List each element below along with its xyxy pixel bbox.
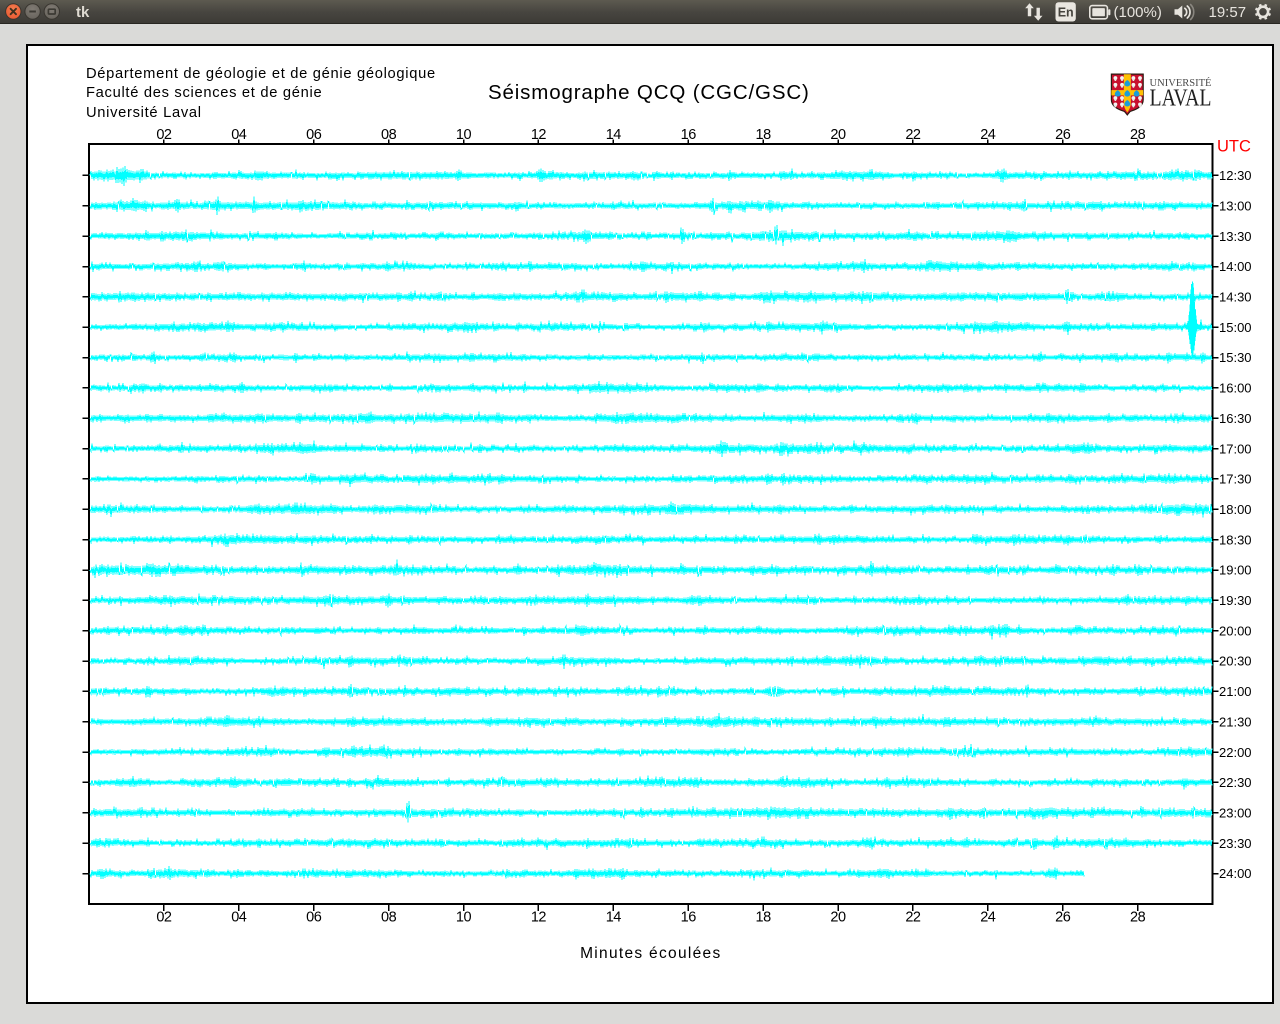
svg-text:19:57: 19:57: [1209, 4, 1247, 21]
svg-text:tk: tk: [76, 4, 90, 21]
svg-text:En: En: [1058, 5, 1074, 19]
svg-text:(100%): (100%): [1114, 4, 1162, 21]
svg-text:LAVAL: LAVAL: [1150, 85, 1212, 112]
